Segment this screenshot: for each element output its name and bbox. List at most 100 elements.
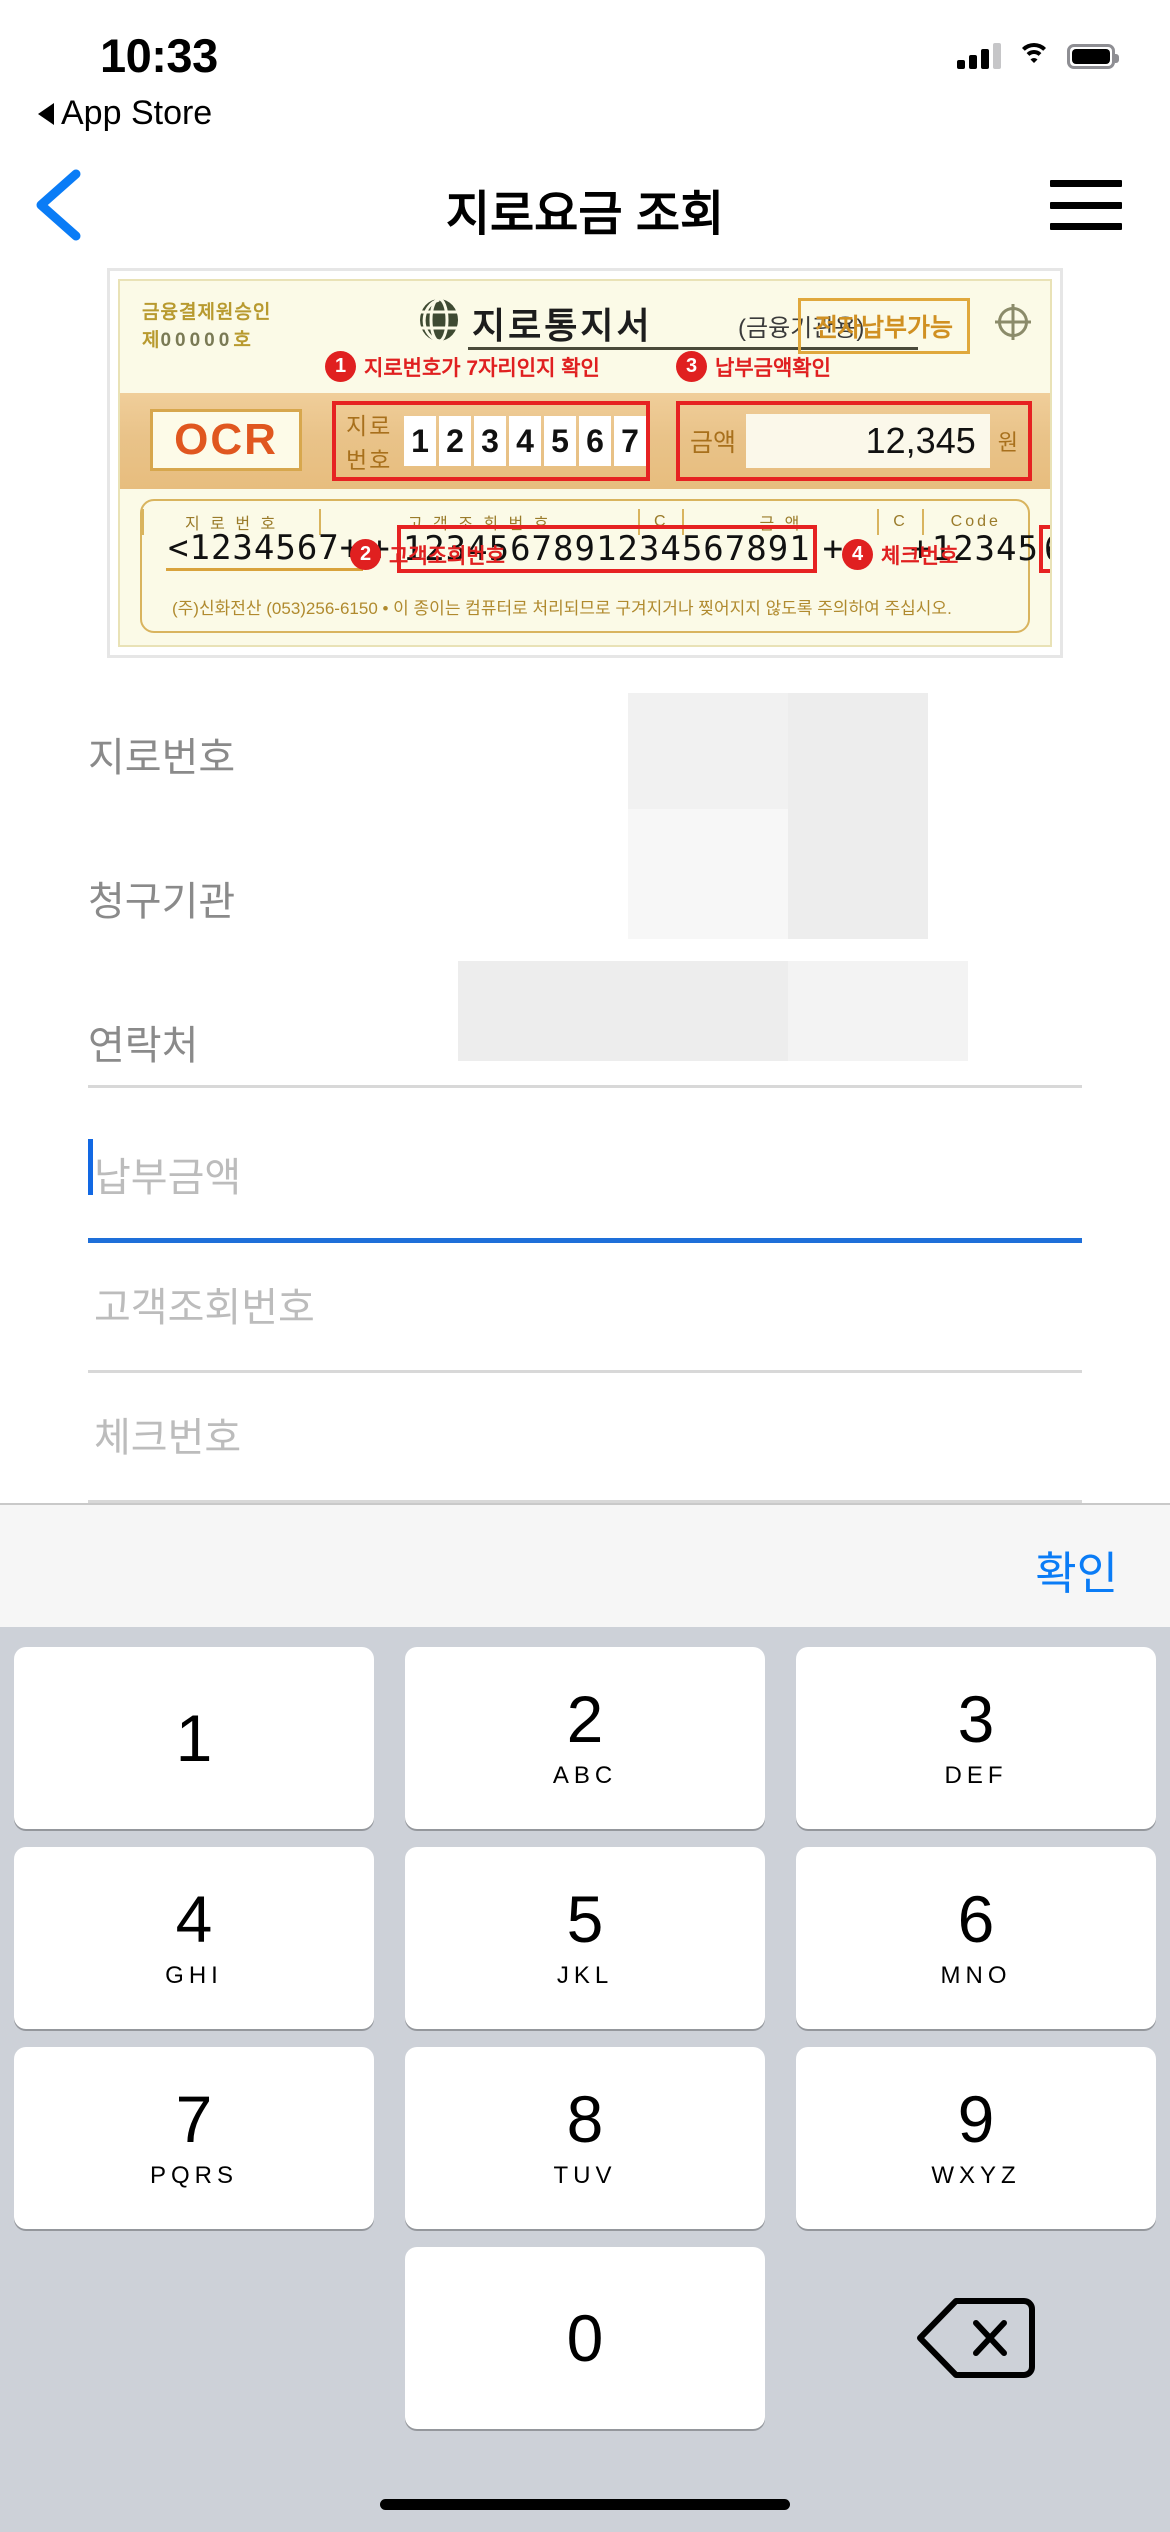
detail-label-billing-agency: 청구기관: [88, 880, 236, 924]
keyboard-done-button[interactable]: 확인: [1035, 1537, 1118, 1602]
navigation-bar: 지로요금 조회: [0, 152, 1170, 262]
giro-number-digits: 1234567: [404, 416, 646, 466]
key-4[interactable]: 4 GHI: [14, 1847, 374, 2029]
keypad-grid: 1 2 ABC 3 DEF 4 GHI 5 JKL 6 MNO 7 PQRS 8 TUV 9 WXYZ 0: [0, 1627, 1170, 2532]
key-3[interactable]: 3 DEF: [796, 1647, 1156, 1829]
payment-amount-input[interactable]: 납부금액: [88, 1113, 1082, 1243]
key-6[interactable]: 6 MNO: [796, 1847, 1156, 2029]
key-digit: 7: [175, 2082, 213, 2156]
annotation-1: 1 지로번호가 7자리인지 확인: [325, 351, 600, 382]
bill-footnote: (주)신화전산 (053)256-6150 • 이 종이는 컴퓨터로 처리되므로…: [172, 599, 952, 618]
giro-number-field: 지로번호 1234567: [332, 401, 650, 481]
giro-digit: 1: [404, 416, 436, 466]
amount-field: 금액 12,345 원: [676, 401, 1032, 481]
return-to-app-store-button[interactable]: App Store: [38, 94, 212, 133]
key-1[interactable]: 1: [14, 1647, 374, 1829]
key-letters: WXYZ: [931, 2162, 1021, 2189]
ocr-giro-segment: <1234567+: [166, 528, 364, 571]
detail-row-billing-agency: 청구기관: [88, 809, 1082, 941]
ocr-band: OCR 지로번호 1234567 금액 12,345 원: [120, 393, 1050, 489]
key-letters: MNO: [940, 1962, 1012, 1989]
customer-inquiry-number-input[interactable]: 고객조회번호: [88, 1243, 1082, 1373]
phone-screen: 10:33 App Store 지로요금 조회 금융결제원승인 제00000호 …: [0, 0, 1170, 2532]
status-bar: 10:33 App Store: [0, 0, 1170, 140]
annotation-2: 2 고객조회번호: [350, 539, 505, 570]
battery-full-icon: [1067, 44, 1119, 69]
detail-row-contact: 연락처: [88, 961, 1082, 1085]
key-letters: PQRS: [149, 2162, 238, 2189]
keypad-row: 1 2 ABC 3 DEF: [14, 1647, 1156, 1829]
giro-bill-illustration: 금융결제원승인 제00000호 지로통지서 (금융기관용) 전자납부가능 1 지…: [107, 268, 1063, 658]
detail-label-giro-number: 지로번호: [88, 736, 236, 780]
approval-prefix: 제: [142, 329, 161, 351]
amount-unit: 원: [997, 430, 1018, 455]
key-letters: GHI: [165, 1962, 223, 1989]
annotation-4-text: 체크번호: [881, 544, 959, 568]
text-cursor: [88, 1139, 93, 1195]
document-title: 지로통지서: [472, 305, 653, 346]
giro-digit: 3: [474, 416, 506, 466]
annotation-2-text: 고객조회번호: [389, 544, 505, 568]
giro-digit: 6: [579, 416, 611, 466]
key-letters: DEF: [944, 1762, 1008, 1789]
key-2[interactable]: 2 ABC: [405, 1647, 765, 1829]
ocr-check-digit: 6: [1038, 525, 1050, 573]
crosshair-icon: [998, 307, 1028, 337]
giro-digit: 5: [544, 416, 576, 466]
detail-label-contact: 연락처: [88, 1024, 199, 1068]
giro-digit: 7: [614, 416, 646, 466]
annotation-1-number: 1: [325, 351, 356, 382]
keypad-row: 7 PQRS 8 TUV 9 WXYZ: [14, 2047, 1156, 2229]
form-divider: [88, 1085, 1082, 1088]
giro-number-label: 지로번호: [346, 413, 393, 473]
giro-digit: 2: [439, 416, 471, 466]
backspace-delete-icon[interactable]: [796, 2247, 1156, 2429]
redacted-value: [458, 961, 788, 1061]
key-digit: 0: [566, 2301, 604, 2375]
key-letters: ABC: [552, 1762, 618, 1789]
payment-amount-placeholder: 납부금액: [94, 1156, 242, 1200]
payment-form: 납부금액 고객조회번호 체크번호: [88, 1085, 1082, 1503]
amount-label: 금액: [690, 429, 737, 457]
annotation-3-number: 3: [676, 351, 707, 382]
key-digit: 2: [566, 1682, 604, 1756]
status-bar-time: 10:33: [100, 29, 218, 82]
redacted-value: [628, 809, 788, 939]
cellular-signal-icon: [957, 43, 1001, 69]
annotation-3: 3 납부금액확인: [676, 351, 831, 382]
redacted-value: [788, 809, 928, 939]
annotation-2-number: 2: [350, 539, 381, 570]
page-title: 지로요금 조회: [445, 188, 725, 241]
annotation-4: 4 체크번호: [842, 539, 958, 570]
giro-globe-logo-icon: [417, 298, 461, 342]
key-0[interactable]: 0: [405, 2247, 765, 2429]
giro-digit: 4: [509, 416, 541, 466]
redacted-value: [788, 693, 928, 813]
key-digit: 5: [566, 1882, 604, 1956]
bill-ocr-stub: 지 로 번 호 고 객 조 회 번 호 C 금 액 C Code 2 고객조회번…: [140, 499, 1050, 633]
electronic-payment-badge: 전자납부가능: [797, 298, 970, 354]
hamburger-menu-icon[interactable]: [1050, 180, 1122, 230]
key-digit: 3: [957, 1682, 995, 1756]
key-9[interactable]: 9 WXYZ: [796, 2047, 1156, 2229]
home-indicator: [380, 2499, 790, 2510]
key-digit: 8: [566, 2082, 604, 2156]
keypad-spacer: [14, 2247, 374, 2429]
key-5[interactable]: 5 JKL: [405, 1847, 765, 2029]
wifi-icon: [1017, 43, 1051, 69]
giro-bill-paper: 금융결제원승인 제00000호 지로통지서 (금융기관용) 전자납부가능 1 지…: [118, 279, 1052, 647]
status-bar-indicators: [957, 43, 1119, 69]
annotation-4-number: 4: [842, 539, 873, 570]
annotation-3-text: 납부금액확인: [715, 356, 831, 380]
bill-header: 금융결제원승인 제00000호 지로통지서 (금융기관용) 전자납부가능 1 지…: [120, 281, 1050, 393]
key-7[interactable]: 7 PQRS: [14, 2047, 374, 2229]
key-digit: 1: [175, 1701, 213, 1775]
numeric-keyboard: 확인 1 2 ABC 3 DEF 4 GHI 5 JKL 6 MNO 7 PQRS 8 TUV 9 WXYZ 0: [0, 1503, 1170, 2532]
amount-value: 12,345: [746, 414, 990, 468]
key-8[interactable]: 8 TUV: [405, 2047, 765, 2229]
key-letters: JKL: [556, 1962, 614, 1989]
detail-row-giro-number: 지로번호: [88, 693, 1082, 813]
check-number-input[interactable]: 체크번호: [88, 1373, 1082, 1503]
approval-line-1: 금융결제원승인: [142, 302, 272, 323]
key-digit: 9: [957, 2082, 995, 2156]
